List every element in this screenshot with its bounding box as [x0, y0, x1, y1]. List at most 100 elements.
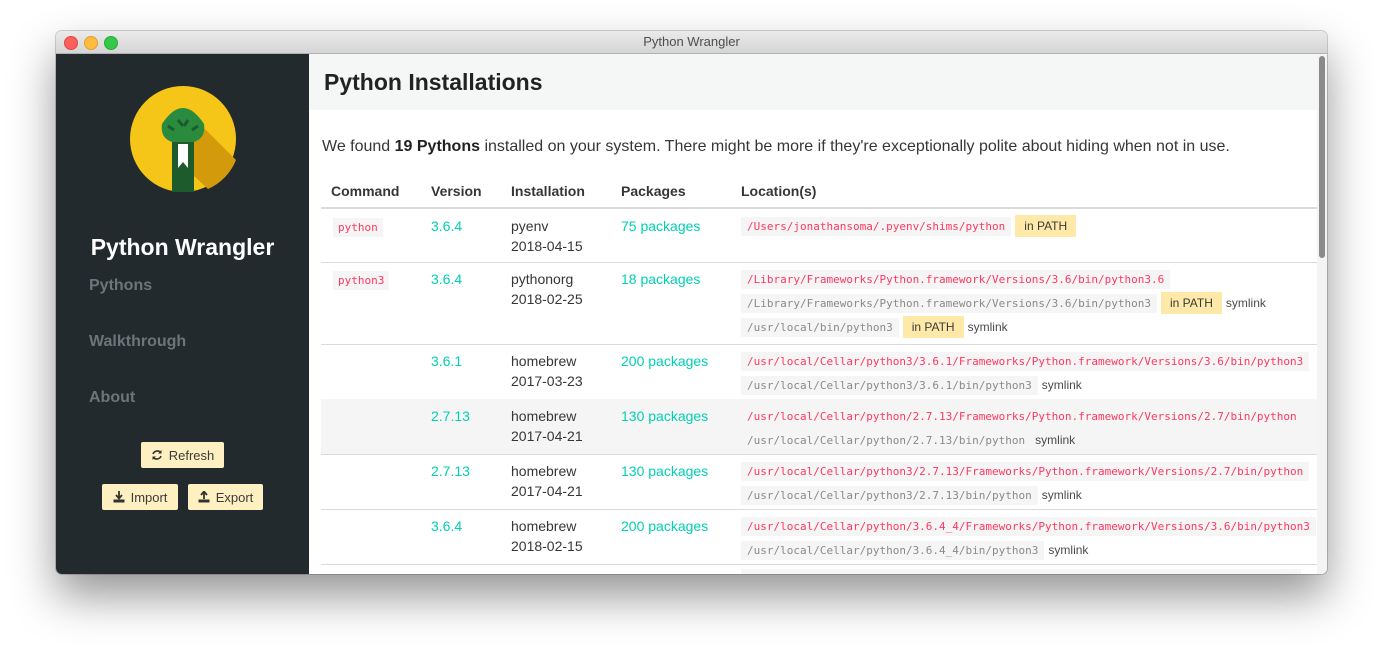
import-button[interactable]: Import [102, 484, 178, 510]
version-link[interactable]: 3.6.4 [431, 216, 462, 236]
symlink-label: symlink [1035, 433, 1076, 447]
location-path: /usr/local/Cellar/python3/3.6.1/Framewor… [741, 351, 1310, 371]
version-link[interactable]: 3.6.4 [431, 269, 462, 289]
minimize-window-button[interactable] [84, 36, 98, 50]
refresh-button[interactable]: Refresh [141, 442, 224, 468]
install-date: 2017-04-21 [511, 483, 583, 499]
symlink-label: symlink [1041, 378, 1082, 392]
command-name: python3 [333, 271, 390, 290]
python-count: 19 Pythons [394, 138, 480, 155]
window-title: Python Wrangler [643, 34, 740, 49]
location-entry: /usr/local/Cellar/python/2.7.13/bin/pyth… [741, 428, 1303, 452]
upload-icon [198, 491, 210, 503]
table-row: python 3.6.4 pyenv 2018-04-15 75 packages/Us… [321, 209, 1327, 263]
install-date: 2018-02-15 [511, 538, 583, 554]
nav-item-about[interactable]: About [89, 389, 135, 407]
location-entry: /Users/jonathansoma/.pyenv/shims/python i… [741, 214, 1077, 238]
symlink-label: symlink [967, 320, 1008, 334]
location-list: /usr/local/Cellar/python3/3.6.1/Framewor… [741, 349, 1310, 397]
download-icon [113, 491, 125, 503]
column-header-installation: Installation [511, 183, 585, 199]
close-window-button[interactable] [64, 36, 78, 50]
installer-name: homebrew [511, 463, 577, 479]
location-path: /usr/local/Cellar/python/2.7.13/bin/pyth… [741, 430, 1032, 450]
summary-prefix: We found [322, 138, 395, 155]
location-list: /usr/local/Cellar/python/2.7.13/Framewor… [741, 404, 1303, 452]
version-link[interactable]: 3.6.4 [431, 516, 462, 536]
version-link[interactable]: 3.6.1 [431, 351, 462, 371]
install-date: 2018-02-25 [511, 291, 583, 307]
command-name: python [333, 218, 383, 237]
table-row: 2.7.13 homebrew 2017-04-21 130 packages/usr… [321, 454, 1327, 510]
zoom-window-button[interactable] [104, 36, 118, 50]
snake-logo-icon [130, 86, 236, 192]
version-link[interactable]: 2.7.13 [431, 406, 470, 426]
table-row: 3.6.4 homebrew 2018-02-15 200 packages/usr/… [321, 509, 1327, 565]
refresh-icon [151, 450, 162, 460]
installer-name: homebrew [511, 353, 577, 369]
location-path: /Library/Frameworks/Python.framework/Ver… [741, 269, 1171, 289]
location-entry: /usr/local/Cellar/python/3.6.4_4/Framewo… [741, 514, 1316, 538]
in-path-badge: in PATH [1160, 292, 1222, 314]
location-path: /Library/Frameworks/Python.framework/Ver… [741, 293, 1157, 313]
export-label: Export [215, 489, 254, 505]
in-path-badge: in PATH [902, 316, 964, 338]
location-entry: /usr/local/Cellar/python/3.6.4_4/bin/pyt… [741, 538, 1316, 562]
nav-item-walkthrough[interactable]: Walkthrough [89, 333, 186, 351]
install-date: 2017-03-23 [511, 373, 583, 389]
table-row: python3 3.6.4 pythonorg 2018-02-25 18 packag… [321, 262, 1327, 345]
installer-name: pythonorg [511, 271, 574, 287]
installer-name: pyenv [511, 218, 549, 234]
scrollbar-thumb[interactable] [1319, 56, 1325, 258]
column-header-locations: Location(s) [741, 183, 817, 199]
location-path: /usr/local/Cellar/python/2.7.13/Framewor… [741, 406, 1303, 426]
location-entry: /usr/local/bin/python3 in PATH symlink [741, 315, 1266, 339]
packages-link[interactable]: 75 packages [621, 216, 700, 236]
packages-link[interactable]: 200 packages [621, 516, 708, 536]
in-path-badge: in PATH [1015, 215, 1077, 237]
symlink-label: symlink [1041, 488, 1082, 502]
summary-suffix: installed on your system. There might be… [480, 138, 1230, 155]
location-list: /usr/local/Cellar/python/3.6.4_4/Framewo… [741, 514, 1316, 562]
import-label: Import [130, 489, 168, 505]
export-button[interactable]: Export [188, 484, 263, 510]
packages-link[interactable]: 130 packages [621, 406, 708, 426]
location-entry: /usr/local/Cellar/python3/2.7.13/bin/pyt… [741, 483, 1309, 507]
packages-link[interactable]: 200 packages [621, 351, 708, 371]
location-entry: /Library/Frameworks/Python.framework/Ver… [741, 267, 1266, 291]
location-path: /usr/local/Cellar/python3/2.7.13/Framewo… [741, 461, 1310, 481]
location-list: /Library/Frameworks/Python.framework/Ver… [741, 267, 1266, 339]
location-list: /usr/local/Cellar/python3/2.7.13/Framewo… [741, 459, 1310, 507]
symlink-label: symlink [1048, 543, 1089, 557]
table-row: 3.6.1 homebrew 2017-03-23 200 packages/usr/… [321, 344, 1327, 400]
table-row: 2.7.13 homebrew 2017-04-21 130 packages/usr… [321, 399, 1327, 455]
location-path: /Users/jonathansoma/.pyenv/shims/python [741, 216, 1012, 236]
location-entry: /usr/local/Cellar/python3/3.6.1/Framewor… [741, 349, 1310, 373]
location-path: /usr/local/bin/python3 [741, 317, 899, 337]
location-path: /usr/local/Cellar/python/3.6.4_4/Framewo… [741, 516, 1316, 536]
page-header: Python Installations [309, 54, 1317, 110]
install-date: 2017-04-21 [511, 428, 583, 444]
location-path: /usr/local/Cellar/python3/3.6.1/bin/pyth… [741, 375, 1038, 395]
refresh-label: Refresh [168, 447, 215, 463]
vertical-scrollbar[interactable] [1317, 54, 1327, 574]
title-bar[interactable]: Python Wrangler [56, 31, 1327, 54]
location-entry: /usr/local/Cellar/python3/2.7.13/Framewo… [741, 459, 1310, 483]
column-header-packages: Packages [621, 183, 686, 199]
location-entry: /usr/local/Cellar/python3/3.6.1/bin/pyth… [741, 373, 1309, 397]
location-list: /Users/jonathansoma/.pyenv/shims/python i… [741, 214, 1077, 238]
column-header-command: Command [331, 183, 400, 199]
installer-name: homebrew [511, 408, 577, 424]
version-link[interactable]: 2.7.13 [431, 461, 470, 481]
location-path: /usr/local/Cellar/python/3.6.4_4/bin/pyt… [741, 540, 1045, 560]
location-entry: /Library/Frameworks/Python.framework/Ver… [741, 291, 1266, 315]
nav-item-pythons[interactable]: Pythons [89, 277, 152, 295]
packages-link[interactable]: 18 packages [621, 269, 700, 289]
app-name: Python Wrangler [90, 234, 275, 260]
location-entry: /usr/local/Cellar/python/2.7.13/Framewor… [741, 404, 1303, 428]
sidebar: Python Wrangler Pythons Walkthrough Abou… [56, 54, 309, 574]
column-header-version: Version [431, 183, 482, 199]
location-path-placeholder [741, 569, 1301, 574]
packages-link[interactable]: 130 packages [621, 461, 708, 481]
symlink-label: symlink [1225, 296, 1266, 310]
